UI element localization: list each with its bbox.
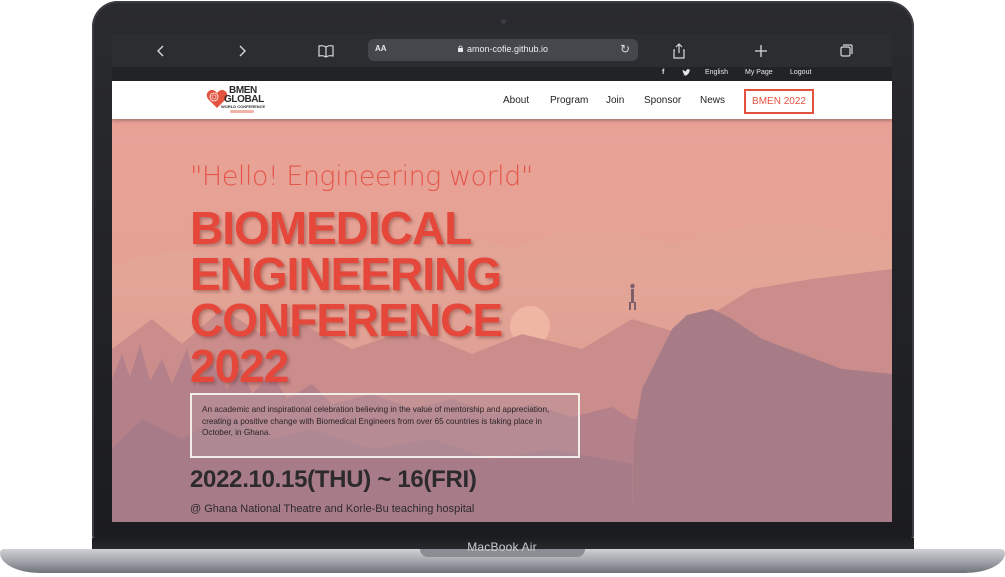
event-dates: 2022.10.15(THU) ~ 16(FRI) [190,466,477,493]
address-bar[interactable]: AA amon-cofie.github.io ↻ [368,39,638,61]
headline-line-3: CONFERENCE [190,294,503,346]
nav-bmen-2022-button[interactable]: BMEN 2022 [744,89,814,114]
nav-join[interactable]: Join [606,95,624,106]
hero-section: "Hello! Engineering world" BIOMEDICAL EN… [112,119,892,522]
logo-title-line2: GLOBAL [224,94,264,105]
headline-line-1: BIOMEDICAL [190,202,472,254]
camera [501,19,506,24]
nav-program[interactable]: Program [550,95,588,106]
hero-headline: BIOMEDICAL ENGINEERING CONFERENCE 2022 [190,205,620,389]
site-utility-bar: f English My Page Logout [112,67,892,81]
reload-icon[interactable]: ↻ [620,42,630,56]
chevron-left-icon[interactable] [150,41,172,61]
nav-about[interactable]: About [503,95,529,106]
lock-icon [458,45,463,52]
hero-description: An academic and inspirational celebratio… [190,393,580,458]
chevron-right-icon[interactable] [231,41,253,61]
logout-link[interactable]: Logout [790,69,811,76]
book-icon[interactable] [315,41,337,61]
logo-title: BMEN GLOBAL [224,86,264,105]
headline-line-4: 2022 [190,340,289,392]
nav-sponsor[interactable]: Sponsor [644,95,681,106]
logo-tagline [230,109,254,115]
plus-icon[interactable] [750,41,772,61]
hero-tagline: "Hello! Engineering world" [190,161,533,192]
text-size-button[interactable]: AA [375,44,387,53]
tabs-icon[interactable] [834,41,856,61]
event-venue: @ Ghana National Theatre and Korle-Bu te… [190,503,475,515]
my-page-link[interactable]: My Page [745,69,773,76]
laptop-frame: MacBook Air AA amon-cofie.github.io ↻ f … [0,0,1005,577]
headline-line-2: ENGINEERING [190,248,502,300]
site-nav: BMEN GLOBAL WORLD CONFERENCE About Progr… [112,81,892,119]
language-link[interactable]: English [705,69,728,76]
facebook-icon[interactable]: f [662,69,664,76]
browser-toolbar: AA amon-cofie.github.io ↻ [112,34,892,67]
site-logo[interactable]: BMEN GLOBAL WORLD CONFERENCE [200,84,286,117]
share-icon[interactable] [668,41,690,61]
url-text: amon-cofie.github.io [467,44,549,54]
twitter-icon[interactable] [682,69,691,79]
nav-news[interactable]: News [700,95,725,106]
device-label: MacBook Air [467,540,537,554]
screen: AA amon-cofie.github.io ↻ f English My P… [112,34,892,522]
